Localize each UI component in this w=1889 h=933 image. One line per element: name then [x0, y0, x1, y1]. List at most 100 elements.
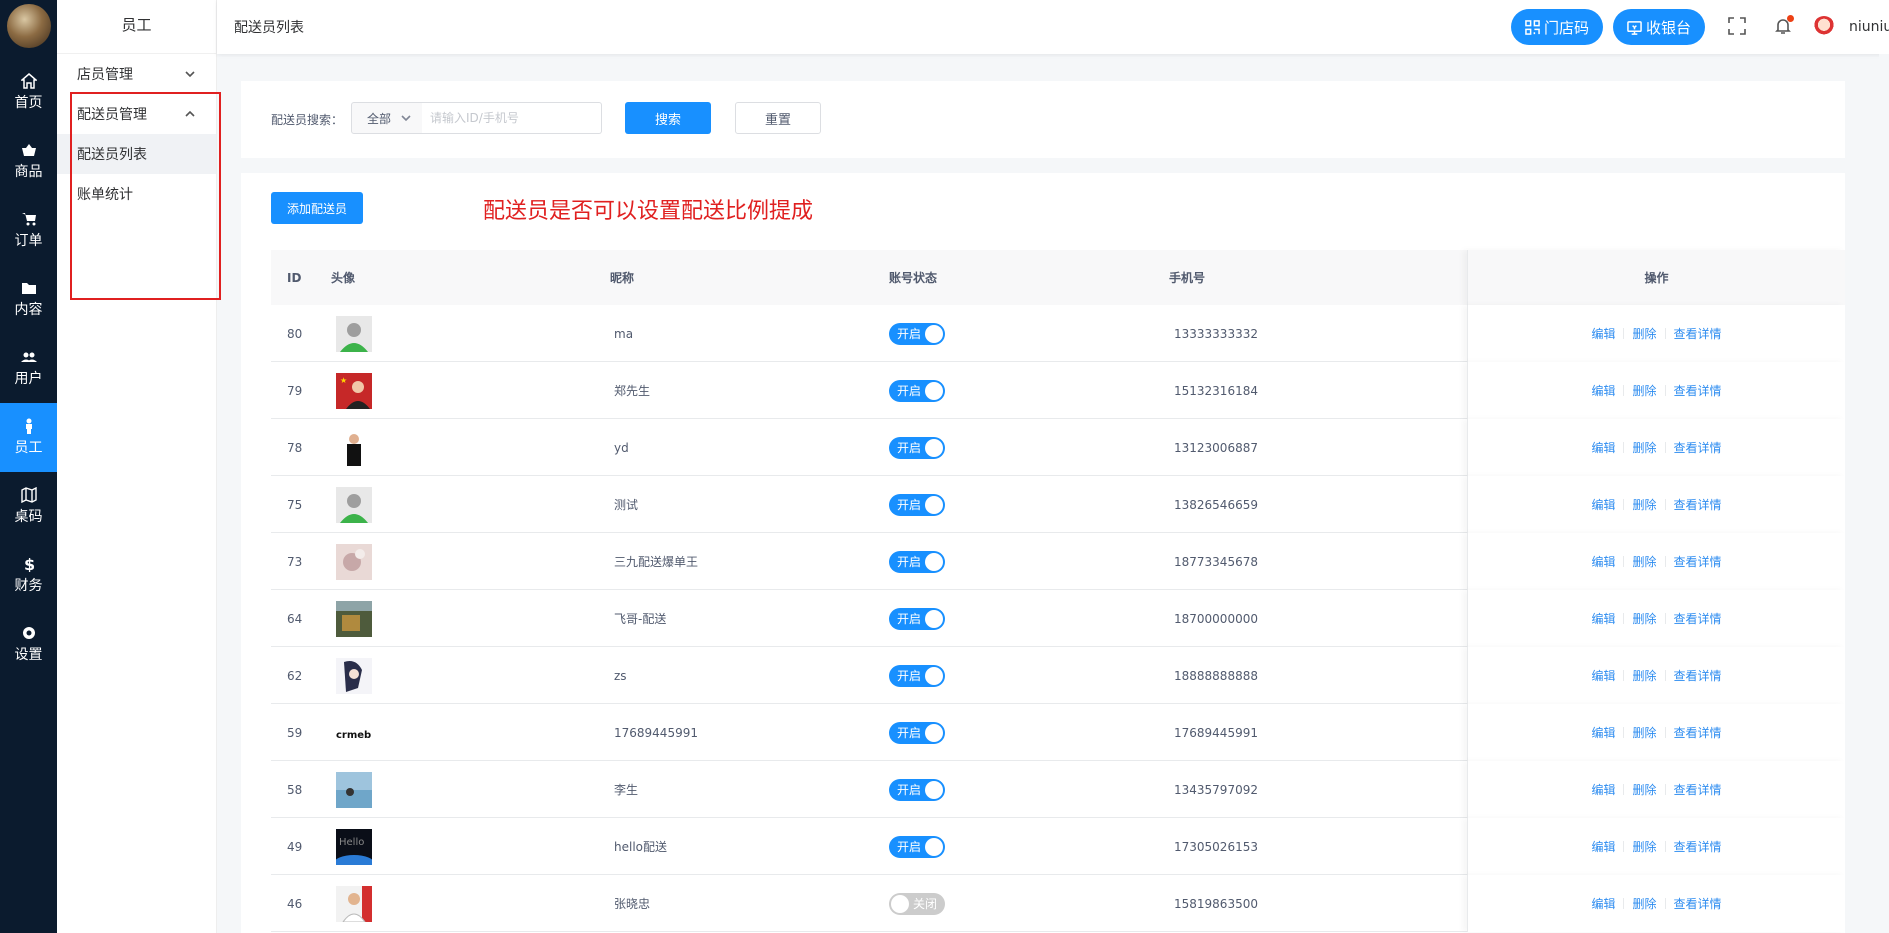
map-icon [20, 487, 37, 503]
delete-link[interactable]: 删除 [1632, 325, 1656, 342]
view-detail-link[interactable]: 查看详情 [1674, 667, 1722, 684]
username[interactable]: niuniu [1849, 19, 1889, 35]
nav-finance[interactable]: $ 财务 [0, 541, 57, 610]
fullscreen-button[interactable] [1728, 17, 1748, 37]
view-detail-link[interactable]: 查看详情 [1674, 439, 1722, 456]
col-status: 账号状态 [889, 271, 938, 285]
view-detail-link[interactable]: 查看详情 [1674, 838, 1722, 855]
cell-actions: 编辑 删除 查看详情 [1467, 590, 1845, 647]
view-detail-link[interactable]: 查看详情 [1674, 781, 1722, 798]
cell-phone: 13435797092 [1174, 782, 1258, 797]
delete-link[interactable]: 删除 [1632, 496, 1656, 513]
toggle-knob [925, 723, 943, 742]
delete-link[interactable]: 删除 [1632, 724, 1656, 741]
action-divider [1623, 727, 1625, 738]
status-toggle[interactable]: 开启 [889, 322, 945, 345]
cell-phone: 15132316184 [1174, 383, 1258, 398]
status-toggle[interactable]: 开启 [889, 379, 945, 402]
home-icon [20, 73, 37, 89]
delete-link[interactable]: 删除 [1632, 895, 1656, 912]
cell-nickname: 张晓忠 [614, 897, 651, 911]
cell-phone: 15819863500 [1174, 896, 1258, 911]
status-toggle-label: 开启 [897, 441, 922, 455]
action-divider [1623, 556, 1625, 567]
status-toggle[interactable]: 开启 [889, 664, 945, 687]
person-icon [25, 418, 32, 434]
nav-orders[interactable]: 订单 [0, 196, 57, 265]
cell-id: 64 [287, 611, 303, 626]
delete-link[interactable]: 删除 [1632, 553, 1656, 570]
search-button[interactable]: 搜索 [625, 102, 711, 134]
nav-goods[interactable]: 商品 [0, 127, 57, 196]
view-detail-link[interactable]: 查看详情 [1674, 325, 1722, 342]
edit-link[interactable]: 编辑 [1591, 382, 1615, 399]
action-divider [1623, 328, 1625, 339]
table-header: ID 头像 昵称 账号状态 手机号 操作 [271, 250, 1845, 305]
delete-link[interactable]: 删除 [1632, 781, 1656, 798]
edit-link[interactable]: 编辑 [1591, 610, 1615, 627]
edit-link[interactable]: 编辑 [1591, 553, 1615, 570]
nav-settings[interactable]: 设置 [0, 610, 57, 679]
view-detail-link[interactable]: 查看详情 [1674, 724, 1722, 741]
nav-staff[interactable]: 员工 [0, 403, 57, 472]
annotation-note: 配送员是否可以设置配送比例提成 [483, 199, 814, 224]
cell-phone: 13123006887 [1174, 440, 1258, 455]
page-scrollbar[interactable] [1879, 54, 1889, 933]
status-toggle[interactable]: 开启 [889, 835, 945, 858]
col-id: ID [287, 270, 302, 285]
subnav-group-clerk[interactable]: 店员管理 [57, 54, 216, 94]
nav-users[interactable]: 用户 [0, 334, 57, 403]
edit-link[interactable]: 编辑 [1591, 781, 1615, 798]
delete-link[interactable]: 删除 [1632, 610, 1656, 627]
edit-link[interactable]: 编辑 [1591, 724, 1615, 741]
table-row: 75 测试 开启 13826546659 编辑 删除 查看详情 [271, 476, 1845, 533]
view-detail-link[interactable]: 查看详情 [1674, 610, 1722, 627]
table-row: 64 飞哥-配送 开启 18700000000 编辑 删除 查看详情 [271, 590, 1845, 647]
status-toggle-label: 关闭 [912, 897, 937, 911]
toggle-knob [925, 438, 943, 457]
cell-actions: 编辑 删除 查看详情 [1467, 647, 1845, 704]
reset-button[interactable]: 重置 [735, 102, 821, 134]
status-toggle[interactable]: 开启 [889, 493, 945, 516]
search-input[interactable] [422, 102, 602, 134]
view-detail-link[interactable]: 查看详情 [1674, 553, 1722, 570]
status-toggle[interactable]: 开启 [889, 436, 945, 459]
edit-link[interactable]: 编辑 [1591, 496, 1615, 513]
delete-link[interactable]: 删除 [1632, 838, 1656, 855]
notification-button[interactable] [1774, 15, 1794, 37]
status-toggle[interactable]: 开启 [889, 721, 945, 744]
cashier-button[interactable]: 收银台 [1612, 9, 1705, 45]
cell-phone: 18888888888 [1174, 668, 1258, 683]
delete-link[interactable]: 删除 [1632, 667, 1656, 684]
delete-link[interactable]: 删除 [1632, 439, 1656, 456]
status-toggle[interactable]: 开启 [889, 550, 945, 573]
cell-actions: 编辑 删除 查看详情 [1467, 305, 1845, 362]
edit-link[interactable]: 编辑 [1591, 895, 1615, 912]
edit-link[interactable]: 编辑 [1591, 325, 1615, 342]
cell-id: 62 [287, 668, 303, 683]
action-divider [1664, 328, 1666, 339]
store-qr-button[interactable]: 门店码 [1510, 9, 1603, 45]
delete-link[interactable]: 删除 [1632, 382, 1656, 399]
status-toggle[interactable]: 开启 [889, 778, 945, 801]
edit-link[interactable]: 编辑 [1591, 667, 1615, 684]
courier-avatar [336, 771, 372, 808]
brand-logo[interactable] [6, 4, 51, 48]
nav-home[interactable]: 首页 [0, 58, 57, 127]
user-avatar[interactable] [1813, 16, 1835, 38]
courier-avatar [336, 486, 372, 523]
search-type-select[interactable]: 全部 [351, 102, 423, 134]
add-courier-button[interactable]: 添加配送员 [271, 192, 363, 224]
view-detail-link[interactable]: 查看详情 [1674, 895, 1722, 912]
status-toggle[interactable]: 开启 [889, 607, 945, 630]
status-toggle-label: 开启 [897, 840, 922, 854]
edit-link[interactable]: 编辑 [1591, 439, 1615, 456]
status-toggle-label: 开启 [897, 783, 922, 797]
view-detail-link[interactable]: 查看详情 [1674, 496, 1722, 513]
status-toggle[interactable]: 关闭 [889, 892, 945, 915]
nav-table-code[interactable]: 桌码 [0, 472, 57, 541]
edit-link[interactable]: 编辑 [1591, 838, 1615, 855]
view-detail-link[interactable]: 查看详情 [1674, 382, 1722, 399]
nav-content[interactable]: 内容 [0, 265, 57, 334]
cell-nickname: 郑先生 [614, 384, 651, 398]
